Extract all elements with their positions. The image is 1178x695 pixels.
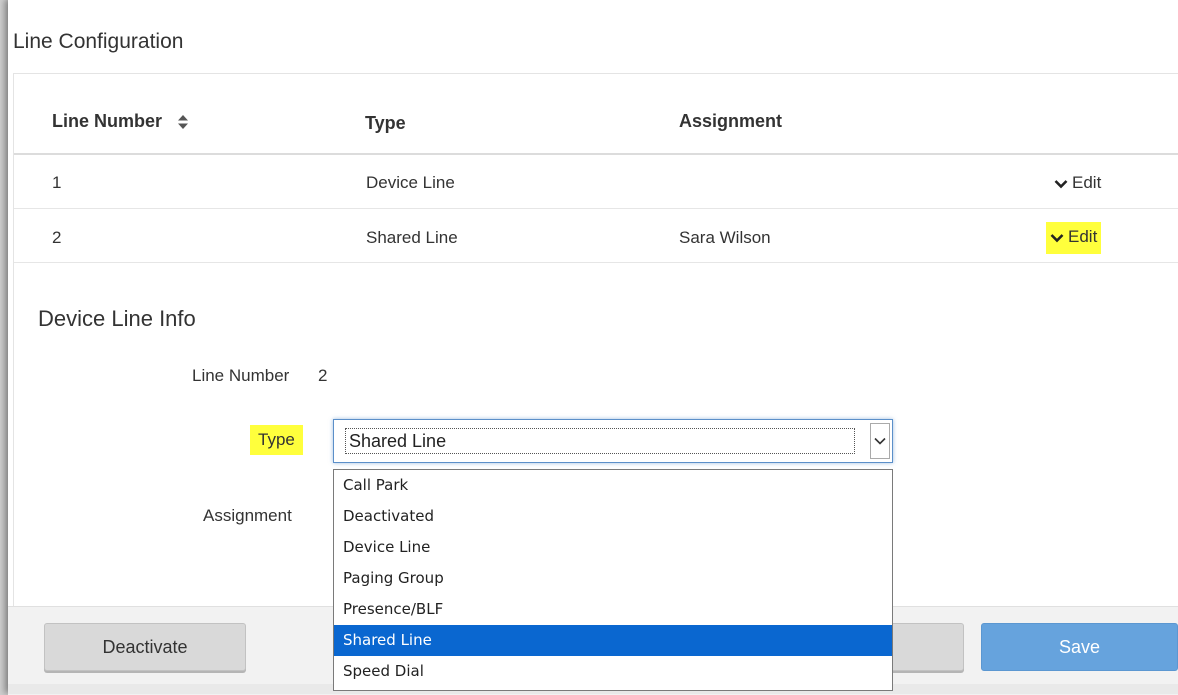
select-arrow-button[interactable]: [870, 423, 890, 459]
chevron-down-icon: [1054, 179, 1068, 188]
option-deactivated[interactable]: Deactivated: [334, 501, 892, 532]
option-call-park[interactable]: Call Park: [334, 470, 892, 501]
option-presence-blf[interactable]: Presence/BLF: [334, 594, 892, 625]
option-paging-group[interactable]: Paging Group: [334, 563, 892, 594]
option-speed-dial[interactable]: Speed Dial: [334, 656, 892, 687]
save-button[interactable]: Save: [981, 623, 1178, 671]
column-header-line-number[interactable]: Line Number: [52, 111, 189, 132]
row-1-type: Device Line: [366, 173, 455, 192]
row-1-edit-label: Edit: [1072, 173, 1102, 192]
option-shared-line[interactable]: Shared Line: [334, 625, 892, 656]
deactivate-button[interactable]: Deactivate: [44, 623, 246, 671]
chevron-down-icon: [874, 437, 886, 445]
option-device-line[interactable]: Device Line: [334, 532, 892, 563]
row-1-line-number: 1: [52, 173, 62, 192]
row-2-line-number: 2: [52, 228, 62, 247]
row-1-edit-button[interactable]: Edit: [1050, 171, 1105, 195]
panel-title: Line Configuration: [13, 30, 184, 53]
row-2-assignment: Sara Wilson: [679, 228, 771, 247]
row-2-edit-button[interactable]: Edit: [1046, 222, 1102, 254]
line-number-value: 2: [318, 366, 328, 385]
header-divider: [14, 153, 1178, 155]
type-select[interactable]: Shared Line: [333, 419, 893, 463]
row-2-type: Shared Line: [366, 228, 458, 247]
row-2-edit-label: Edit: [1068, 227, 1098, 246]
type-label: Type: [250, 425, 303, 455]
column-header-assignment: Assignment: [679, 111, 783, 131]
line-number-label: Line Number: [192, 366, 290, 385]
chevron-down-icon: [1050, 233, 1064, 242]
device-line-info-title: Device Line Info: [38, 306, 196, 331]
row-divider: [14, 262, 1178, 263]
column-header-line-number-label: Line Number: [52, 111, 163, 131]
type-select-value[interactable]: Shared Line: [345, 428, 855, 454]
sort-icon[interactable]: [177, 114, 189, 130]
row-divider: [14, 208, 1178, 209]
type-options-list[interactable]: Call Park Deactivated Device Line Paging…: [333, 469, 893, 691]
column-header-type: Type: [365, 113, 406, 133]
assignment-label: Assignment: [203, 506, 292, 525]
